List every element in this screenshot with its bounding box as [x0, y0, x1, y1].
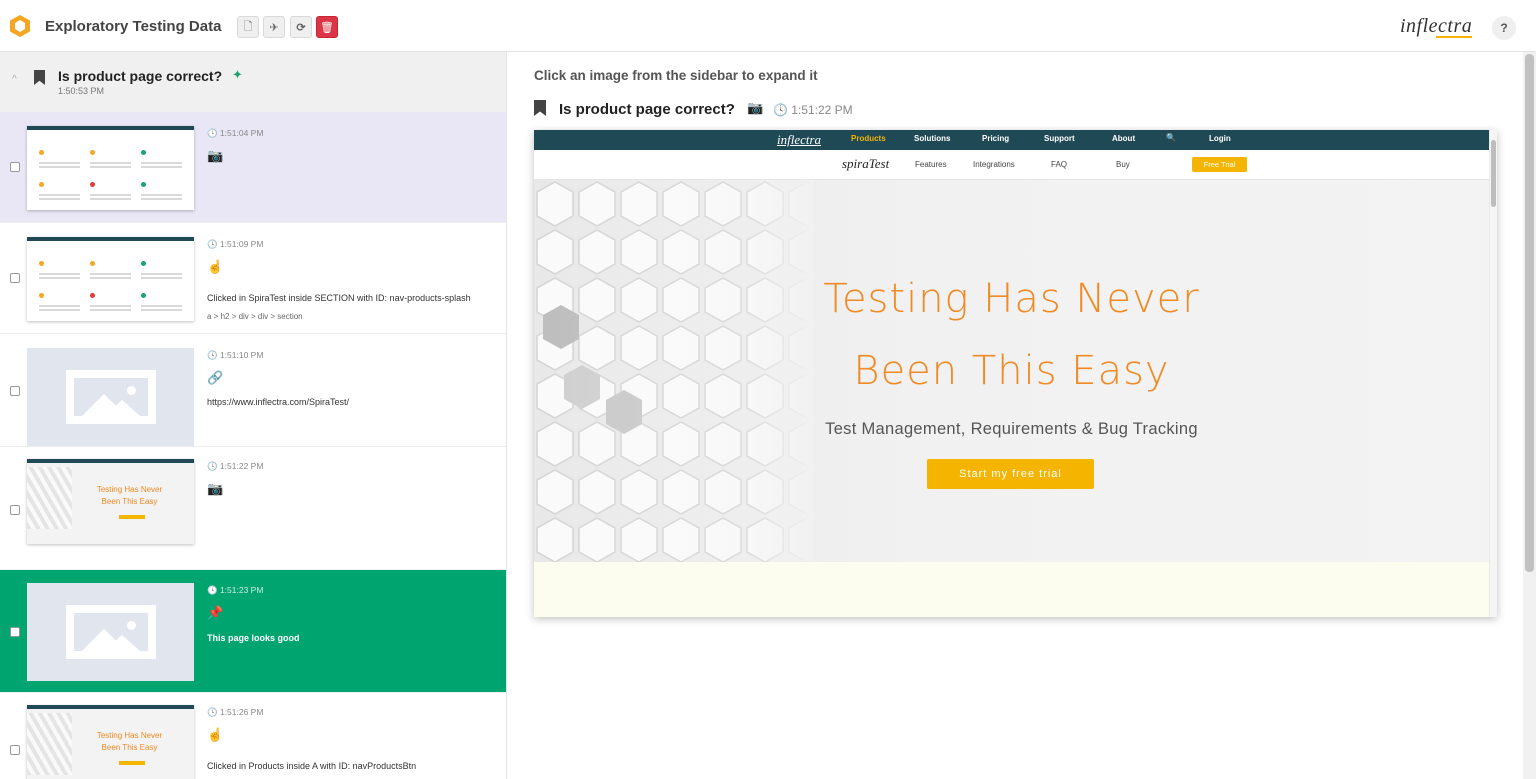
- main-panel: Click an image from the sidebar to expan…: [507, 52, 1523, 779]
- screenshot-nav-about: About: [1112, 134, 1136, 143]
- screenshot-sub-brand: spiraTest: [842, 156, 890, 171]
- new-document-icon: 🗋: [243, 20, 253, 33]
- event-url[interactable]: https://www.inflectra.com/SpiraTest/: [207, 397, 349, 407]
- screenshot-nav-login: Login: [1209, 134, 1231, 143]
- app-root: Exploratory Testing Data 🗋 ✈ ⟳ 🗑 inflect…: [0, 0, 1536, 779]
- session-title: Is product page correct?: [58, 68, 223, 84]
- inflectra-logo[interactable]: inflectra: [1400, 15, 1472, 38]
- screenshot-nav-support: Support: [1044, 134, 1075, 143]
- screenshot-scrollbar-thumb[interactable]: [1491, 140, 1496, 207]
- screenshot-hero: Testing Has Never Been This Easy Test Ma…: [534, 180, 1489, 562]
- send-button[interactable]: ✈: [263, 16, 285, 38]
- app-title: Exploratory Testing Data: [45, 18, 222, 35]
- screenshot-sub-integrations: Integrations: [973, 160, 1015, 169]
- list-item[interactable]: Testing Has Never Been This Easy 🕓 1:51:…: [0, 693, 506, 779]
- list-item[interactable]: 🕓 1:51:09 PM ☝ Clicked in SpiraTest insi…: [0, 223, 506, 334]
- session-header[interactable]: ^ Is product page correct? ✦ 1:50:53 PM: [0, 52, 506, 112]
- item-checkbox[interactable]: [10, 745, 20, 755]
- top-header: Exploratory Testing Data 🗋 ✈ ⟳ 🗑 inflect…: [0, 0, 1536, 52]
- event-time: 🕓 1:51:10 PM: [207, 350, 264, 360]
- event-time: 🕓 1:51:04 PM: [207, 128, 264, 138]
- new-document-button[interactable]: 🗋: [237, 16, 259, 38]
- app-logo-icon: [10, 15, 30, 37]
- list-item[interactable]: 🕓 1:51:04 PM 📷: [0, 112, 506, 223]
- event-thumbnail[interactable]: Testing Has Never Been This Easy: [27, 459, 194, 544]
- delete-button[interactable]: 🗑: [316, 16, 338, 38]
- screenshot-nav-pricing: Pricing: [982, 134, 1010, 143]
- page-scrollbar-thumb[interactable]: [1525, 54, 1534, 572]
- list-item[interactable]: 🕓 1:51:10 PM 🔗 https://www.inflectra.com…: [0, 334, 506, 447]
- screenshot-hero-line2: Been This Easy: [853, 348, 1170, 394]
- expand-hint: Click an image from the sidebar to expan…: [534, 68, 818, 83]
- screenshot-bottom-band: [534, 562, 1489, 617]
- event-text: Clicked in SpiraTest inside SECTION with…: [207, 293, 471, 303]
- refresh-icon: ⟳: [296, 21, 306, 34]
- event-thumbnail[interactable]: [27, 126, 194, 210]
- trash-icon: 🗑: [320, 21, 334, 34]
- image-placeholder-icon: [65, 370, 156, 424]
- list-item[interactable]: Testing Has Never Been This Easy 🕓 1:51:…: [0, 447, 506, 570]
- event-timestamp: 🕓 1:51:22 PM: [773, 103, 853, 117]
- screenshot-hero-subtitle: Test Management, Requirements & Bug Trac…: [825, 420, 1198, 438]
- list-item[interactable]: 🕓 1:51:23 PM 📌 This page looks good: [0, 570, 506, 693]
- screenshot-hero-line1: Testing Has Never: [823, 276, 1200, 322]
- camera-icon: 📷: [207, 148, 224, 163]
- event-time: 🕓 1:51:26 PM: [207, 707, 264, 717]
- session-time: 1:50:53 PM: [58, 86, 105, 96]
- screenshot-sub-features: Features: [915, 160, 947, 169]
- help-button[interactable]: ?: [1492, 16, 1516, 40]
- item-checkbox[interactable]: [10, 386, 20, 396]
- screenshot-scrollbar[interactable]: [1489, 130, 1497, 617]
- screenshot-sub-buy: Buy: [1116, 160, 1130, 169]
- image-placeholder[interactable]: [27, 583, 194, 681]
- pin-icon: ✦: [232, 67, 243, 82]
- event-thumbnail[interactable]: [27, 237, 194, 321]
- screenshot-brand: inflectra: [777, 132, 822, 147]
- item-checkbox[interactable]: [10, 505, 20, 515]
- pointer-click-icon: ☝: [207, 259, 224, 274]
- screenshot-free-trial: Free Trial: [1192, 157, 1247, 172]
- event-time: 🕓 1:51:22 PM: [207, 461, 264, 471]
- expanded-screenshot[interactable]: inflectra Products Solutions Pricing Sup…: [534, 130, 1497, 617]
- event-note: This page looks good: [207, 633, 300, 643]
- item-checkbox[interactable]: [10, 273, 20, 283]
- pointer-click-icon: ☝: [207, 727, 224, 742]
- screenshot-cta-button: Start my free trial: [927, 459, 1094, 489]
- screenshot-search-icon: 🔍: [1166, 133, 1176, 142]
- item-checkbox[interactable]: [10, 162, 20, 172]
- event-time: 🕓 1:51:09 PM: [207, 239, 264, 249]
- item-checkbox[interactable]: [10, 627, 20, 637]
- screenshot-nav-solutions: Solutions: [914, 134, 951, 143]
- image-placeholder[interactable]: [27, 348, 194, 446]
- collapse-chevron-icon[interactable]: ^: [12, 74, 17, 85]
- image-placeholder-icon: [65, 605, 156, 659]
- event-selector: a > h2 > div > div > section: [207, 312, 303, 321]
- sidebar: ^ Is product page correct? ✦ 1:50:53 PM …: [0, 52, 507, 779]
- brand-underline: [1436, 36, 1472, 38]
- bookmark-icon: [34, 70, 45, 85]
- link-icon: 🔗: [207, 370, 224, 385]
- refresh-button[interactable]: ⟳: [290, 16, 312, 38]
- event-title: Is product page correct?: [559, 101, 735, 118]
- event-time: 🕓 1:51:23 PM: [207, 585, 264, 595]
- screenshot-sub-nav: spiraTest Features Integrations FAQ Buy …: [534, 150, 1497, 180]
- event-text: Clicked in Products inside A with ID: na…: [207, 761, 417, 771]
- camera-icon: 📷: [207, 481, 224, 496]
- event-thumbnail[interactable]: Testing Has Never Been This Easy: [27, 705, 194, 779]
- screenshot-top-nav: inflectra Products Solutions Pricing Sup…: [534, 130, 1497, 150]
- page-scrollbar[interactable]: [1523, 52, 1536, 779]
- screenshot-sub-faq: FAQ: [1051, 160, 1068, 169]
- screenshot-nav-products: Products: [851, 134, 886, 143]
- bookmark-icon: [534, 100, 546, 116]
- send-icon: ✈: [269, 21, 279, 34]
- camera-icon: 📷: [747, 100, 764, 115]
- pin-icon: 📌: [207, 605, 224, 620]
